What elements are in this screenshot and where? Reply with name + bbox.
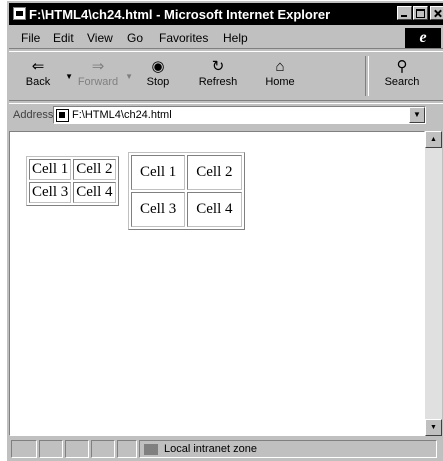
page-content: Cell 1 Cell 2 Cell 3 Cell 4 Cell 1 Cell … bbox=[9, 131, 425, 436]
home-label: Home bbox=[265, 76, 295, 88]
toolbar-separator bbox=[365, 56, 369, 96]
browser-window: F:\HTML4\ch24.html - Microsoft Internet … bbox=[6, 0, 443, 461]
page-icon bbox=[56, 109, 69, 122]
menu-bar: File Edit View Go Favorites Help e bbox=[9, 27, 443, 49]
minimize-button[interactable] bbox=[397, 6, 412, 20]
search-icon: ⚲ bbox=[396, 58, 408, 75]
search-button[interactable]: ⚲ Search bbox=[377, 58, 427, 88]
home-icon: ⌂ bbox=[275, 58, 285, 75]
status-panel bbox=[117, 440, 137, 458]
menu-go[interactable]: Go bbox=[127, 31, 143, 45]
status-panel bbox=[11, 440, 37, 458]
table-cell: Cell 4 bbox=[73, 182, 116, 203]
close-button[interactable] bbox=[430, 6, 443, 20]
menu-edit[interactable]: Edit bbox=[53, 31, 74, 45]
small-table: Cell 1 Cell 2 Cell 3 Cell 4 bbox=[26, 156, 119, 206]
status-panel bbox=[65, 440, 89, 458]
address-bar: Address F:\HTML4\ch24.html ▼ bbox=[9, 103, 443, 127]
table-cell: Cell 3 bbox=[29, 182, 72, 203]
address-dropdown-button[interactable]: ▼ bbox=[409, 107, 425, 123]
ie-page-icon[interactable] bbox=[13, 7, 26, 20]
table-cell: Cell 2 bbox=[187, 155, 242, 190]
vertical-scrollbar[interactable]: ▲ ▼ bbox=[425, 131, 442, 436]
table-cell: Cell 3 bbox=[131, 192, 186, 227]
ie-logo-icon: e bbox=[405, 28, 441, 48]
status-bar: Local intranet zone bbox=[9, 438, 443, 460]
address-label: Address bbox=[13, 109, 54, 121]
forward-dropdown-icon[interactable]: ▼ bbox=[125, 72, 133, 81]
table-cell: Cell 2 bbox=[73, 159, 116, 180]
table-row: Cell 3 Cell 4 bbox=[29, 182, 116, 203]
window-title: F:\HTML4\ch24.html - Microsoft Internet … bbox=[29, 7, 331, 22]
maximize-button[interactable] bbox=[413, 6, 428, 20]
back-arrow-icon: ⇐ bbox=[31, 58, 45, 75]
search-label: Search bbox=[384, 76, 420, 88]
forward-button[interactable]: ⇒ Forward ▼ bbox=[73, 58, 133, 88]
address-input[interactable]: F:\HTML4\ch24.html ▼ bbox=[53, 106, 426, 124]
status-panel bbox=[91, 440, 115, 458]
back-dropdown-icon[interactable]: ▼ bbox=[65, 72, 73, 81]
menu-favorites[interactable]: Favorites bbox=[159, 31, 208, 45]
table-row: Cell 3 Cell 4 bbox=[131, 192, 242, 227]
stop-label: Stop bbox=[146, 76, 170, 88]
table-cell: Cell 4 bbox=[187, 192, 242, 227]
scroll-up-button[interactable]: ▲ bbox=[425, 131, 442, 148]
back-button[interactable]: ⇐ Back ▼ bbox=[13, 58, 73, 88]
table-cell: Cell 1 bbox=[131, 155, 186, 190]
refresh-button[interactable]: ↻ Refresh bbox=[193, 58, 243, 88]
intranet-zone-icon bbox=[144, 444, 158, 455]
stop-icon: ◉ bbox=[151, 58, 165, 75]
scroll-down-button[interactable]: ▼ bbox=[425, 419, 442, 436]
refresh-label: Refresh bbox=[198, 76, 238, 88]
back-label: Back bbox=[25, 76, 51, 88]
refresh-icon: ↻ bbox=[211, 58, 225, 75]
forward-arrow-icon: ⇒ bbox=[91, 58, 105, 75]
table-row: Cell 1 Cell 2 bbox=[131, 155, 242, 190]
menu-file[interactable]: File bbox=[21, 31, 40, 45]
stop-button[interactable]: ◉ Stop bbox=[133, 58, 183, 88]
home-button[interactable]: ⌂ Home bbox=[255, 58, 305, 88]
menu-view[interactable]: View bbox=[87, 31, 113, 45]
table-row: Cell 1 Cell 2 bbox=[29, 159, 116, 180]
status-panel bbox=[39, 440, 63, 458]
toolbar: ⇐ Back ▼ ⇒ Forward ▼ ◉ Stop ↻ Refresh ⌂ … bbox=[9, 51, 443, 101]
forward-label: Forward bbox=[77, 76, 119, 88]
title-bar[interactable]: F:\HTML4\ch24.html - Microsoft Internet … bbox=[9, 3, 443, 25]
menu-help[interactable]: Help bbox=[223, 31, 248, 45]
zone-text: Local intranet zone bbox=[164, 443, 257, 455]
zone-panel: Local intranet zone bbox=[139, 440, 437, 458]
address-value[interactable]: F:\HTML4\ch24.html bbox=[72, 109, 172, 121]
large-table: Cell 1 Cell 2 Cell 3 Cell 4 bbox=[128, 152, 245, 230]
table-cell: Cell 1 bbox=[29, 159, 72, 180]
